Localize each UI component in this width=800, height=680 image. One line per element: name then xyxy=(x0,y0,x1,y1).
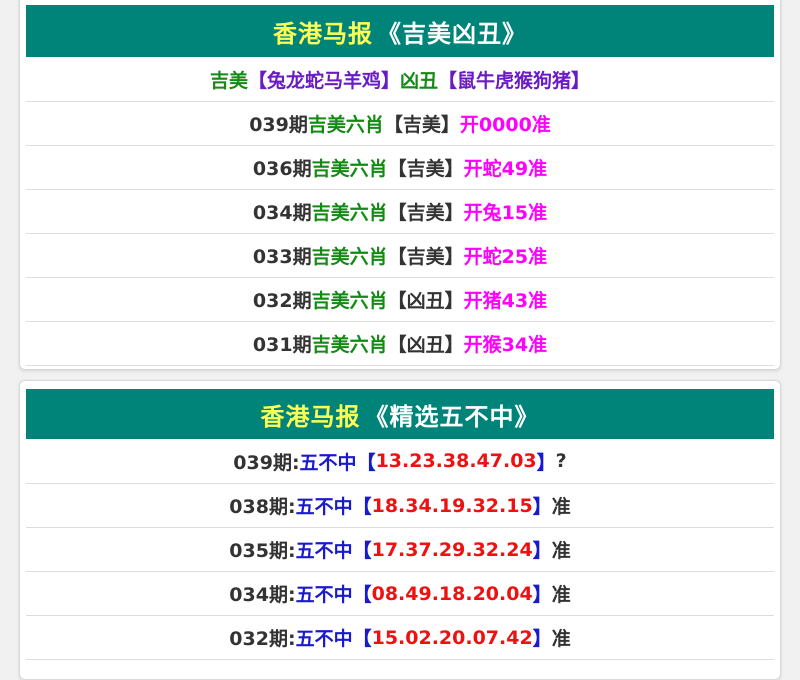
status-label: 准 xyxy=(551,584,571,606)
bracket-close: 】 xyxy=(532,540,552,562)
bracket-close: 】 xyxy=(532,584,552,606)
bracket-close: 】 xyxy=(532,496,552,518)
period-label: 034期 xyxy=(252,202,312,224)
status-label: 准 xyxy=(551,540,571,562)
prediction-row: 035期: 五不中【17.37.29.32.24】准 xyxy=(26,528,774,572)
card-header: 香港马报 《吉美凶丑》 xyxy=(26,5,774,57)
pick-label: 【吉美】 xyxy=(383,114,460,136)
category-label: 五不中 xyxy=(295,584,353,606)
prediction-row: 039期 吉美六肖 【吉美】 开0000准 xyxy=(26,102,774,146)
prediction-row: 032期 吉美六肖 【凶丑】 开猪43准 xyxy=(26,278,774,322)
period-label: 039期 xyxy=(249,114,308,136)
pick-label: 【吉美】 xyxy=(387,158,464,180)
bracket-open: 【 xyxy=(352,496,372,518)
bracket-close: 】 xyxy=(532,628,552,650)
category-label: 吉美六肖 xyxy=(311,246,388,268)
result-label: 开猴34准 xyxy=(463,334,548,356)
category-label: 吉美六肖 xyxy=(307,114,384,136)
period-label: 031期 xyxy=(252,334,312,356)
five-miss-card: 香港马报 《精选五不中》 039期: 五不中【13.23.38.47.03】? 03… xyxy=(19,380,781,680)
category-label: 五不中 xyxy=(295,496,353,518)
result-label: 开兔15准 xyxy=(463,202,548,224)
numbers-label: 18.34.19.32.15 xyxy=(371,494,533,517)
numbers-label: 15.02.20.07.42 xyxy=(371,626,533,649)
prediction-row: 034期 吉美六肖 【吉美】 开兔15准 xyxy=(26,190,774,234)
period-label: 038期: xyxy=(229,496,296,518)
numbers-label: 13.23.38.47.03 xyxy=(375,450,537,472)
period-label: 035期: xyxy=(229,540,296,562)
pick-label: 【凶丑】 xyxy=(387,290,464,312)
card-title: 香港马报 xyxy=(273,19,373,48)
result-label: 开蛇49准 xyxy=(463,158,548,180)
period-label: 039期: xyxy=(233,451,300,474)
good-animals: 【兔龙蛇马羊鸡】 xyxy=(247,69,400,92)
category-label: 五不中 xyxy=(295,628,353,650)
card-subtitle: 《精选五不中》 xyxy=(364,402,540,431)
bad-label: 凶丑 xyxy=(400,69,439,92)
period-label: 034期: xyxy=(229,584,296,606)
category-label: 吉美六肖 xyxy=(311,334,388,356)
bracket-open: 【 xyxy=(352,628,372,650)
card-subtitle: 《吉美凶丑》 xyxy=(377,19,527,48)
card-title: 香港马报 xyxy=(260,402,361,431)
bracket-open: 【 xyxy=(352,584,372,606)
pick-label: 【凶丑】 xyxy=(387,334,464,356)
period-label: 036期 xyxy=(252,158,312,180)
period-label: 032期 xyxy=(252,290,312,312)
bracket-close: 】 xyxy=(536,451,556,474)
period-label: 033期 xyxy=(252,246,312,268)
period-label: 032期: xyxy=(229,628,296,650)
good-label: 吉美 xyxy=(209,69,248,92)
category-label: 五不中 xyxy=(295,540,353,562)
category-label: 吉美六肖 xyxy=(311,202,388,224)
prediction-row: 033期 吉美六肖 【吉美】 开蛇25准 xyxy=(26,234,774,278)
prediction-row: 032期: 五不中【15.02.20.07.42】准 xyxy=(26,616,774,660)
lucky-unlucky-card: 香港马报 《吉美凶丑》 吉美 【兔龙蛇马羊鸡】 凶丑 【鼠牛虎猴狗猪】 039期 吉美六肖… xyxy=(19,0,781,370)
numbers-label: 08.49.18.20.04 xyxy=(371,582,533,605)
bad-animals: 【鼠牛虎猴狗猪】 xyxy=(438,69,591,92)
prediction-row: 031期 吉美六肖 【凶丑】 开猴34准 xyxy=(26,322,774,366)
status-label: 准 xyxy=(551,628,571,650)
pick-label: 【吉美】 xyxy=(387,202,464,224)
category-label: 五不中 xyxy=(299,451,357,474)
status-label: 准 xyxy=(551,496,571,518)
pick-label: 【吉美】 xyxy=(387,246,464,268)
category-label: 吉美六肖 xyxy=(311,158,388,180)
bracket-open: 【 xyxy=(352,540,372,562)
prediction-row: 039期: 五不中【13.23.38.47.03】? xyxy=(26,439,774,484)
status-label: ? xyxy=(555,450,567,472)
category-label: 吉美六肖 xyxy=(311,290,388,312)
bracket-open: 【 xyxy=(356,451,376,474)
prediction-row: 038期: 五不中【18.34.19.32.15】准 xyxy=(26,484,774,528)
card-header: 香港马报 《精选五不中》 xyxy=(26,389,774,439)
prediction-row: 036期 吉美六肖 【吉美】 开蛇49准 xyxy=(26,146,774,190)
result-label: 开0000准 xyxy=(459,114,551,136)
result-label: 开猪43准 xyxy=(463,290,548,312)
numbers-label: 17.37.29.32.24 xyxy=(371,538,533,561)
result-label: 开蛇25准 xyxy=(463,246,548,268)
zodiac-legend-row: 吉美 【兔龙蛇马羊鸡】 凶丑 【鼠牛虎猴狗猪】 xyxy=(26,57,774,102)
prediction-row: 034期: 五不中【08.49.18.20.04】准 xyxy=(26,572,774,616)
